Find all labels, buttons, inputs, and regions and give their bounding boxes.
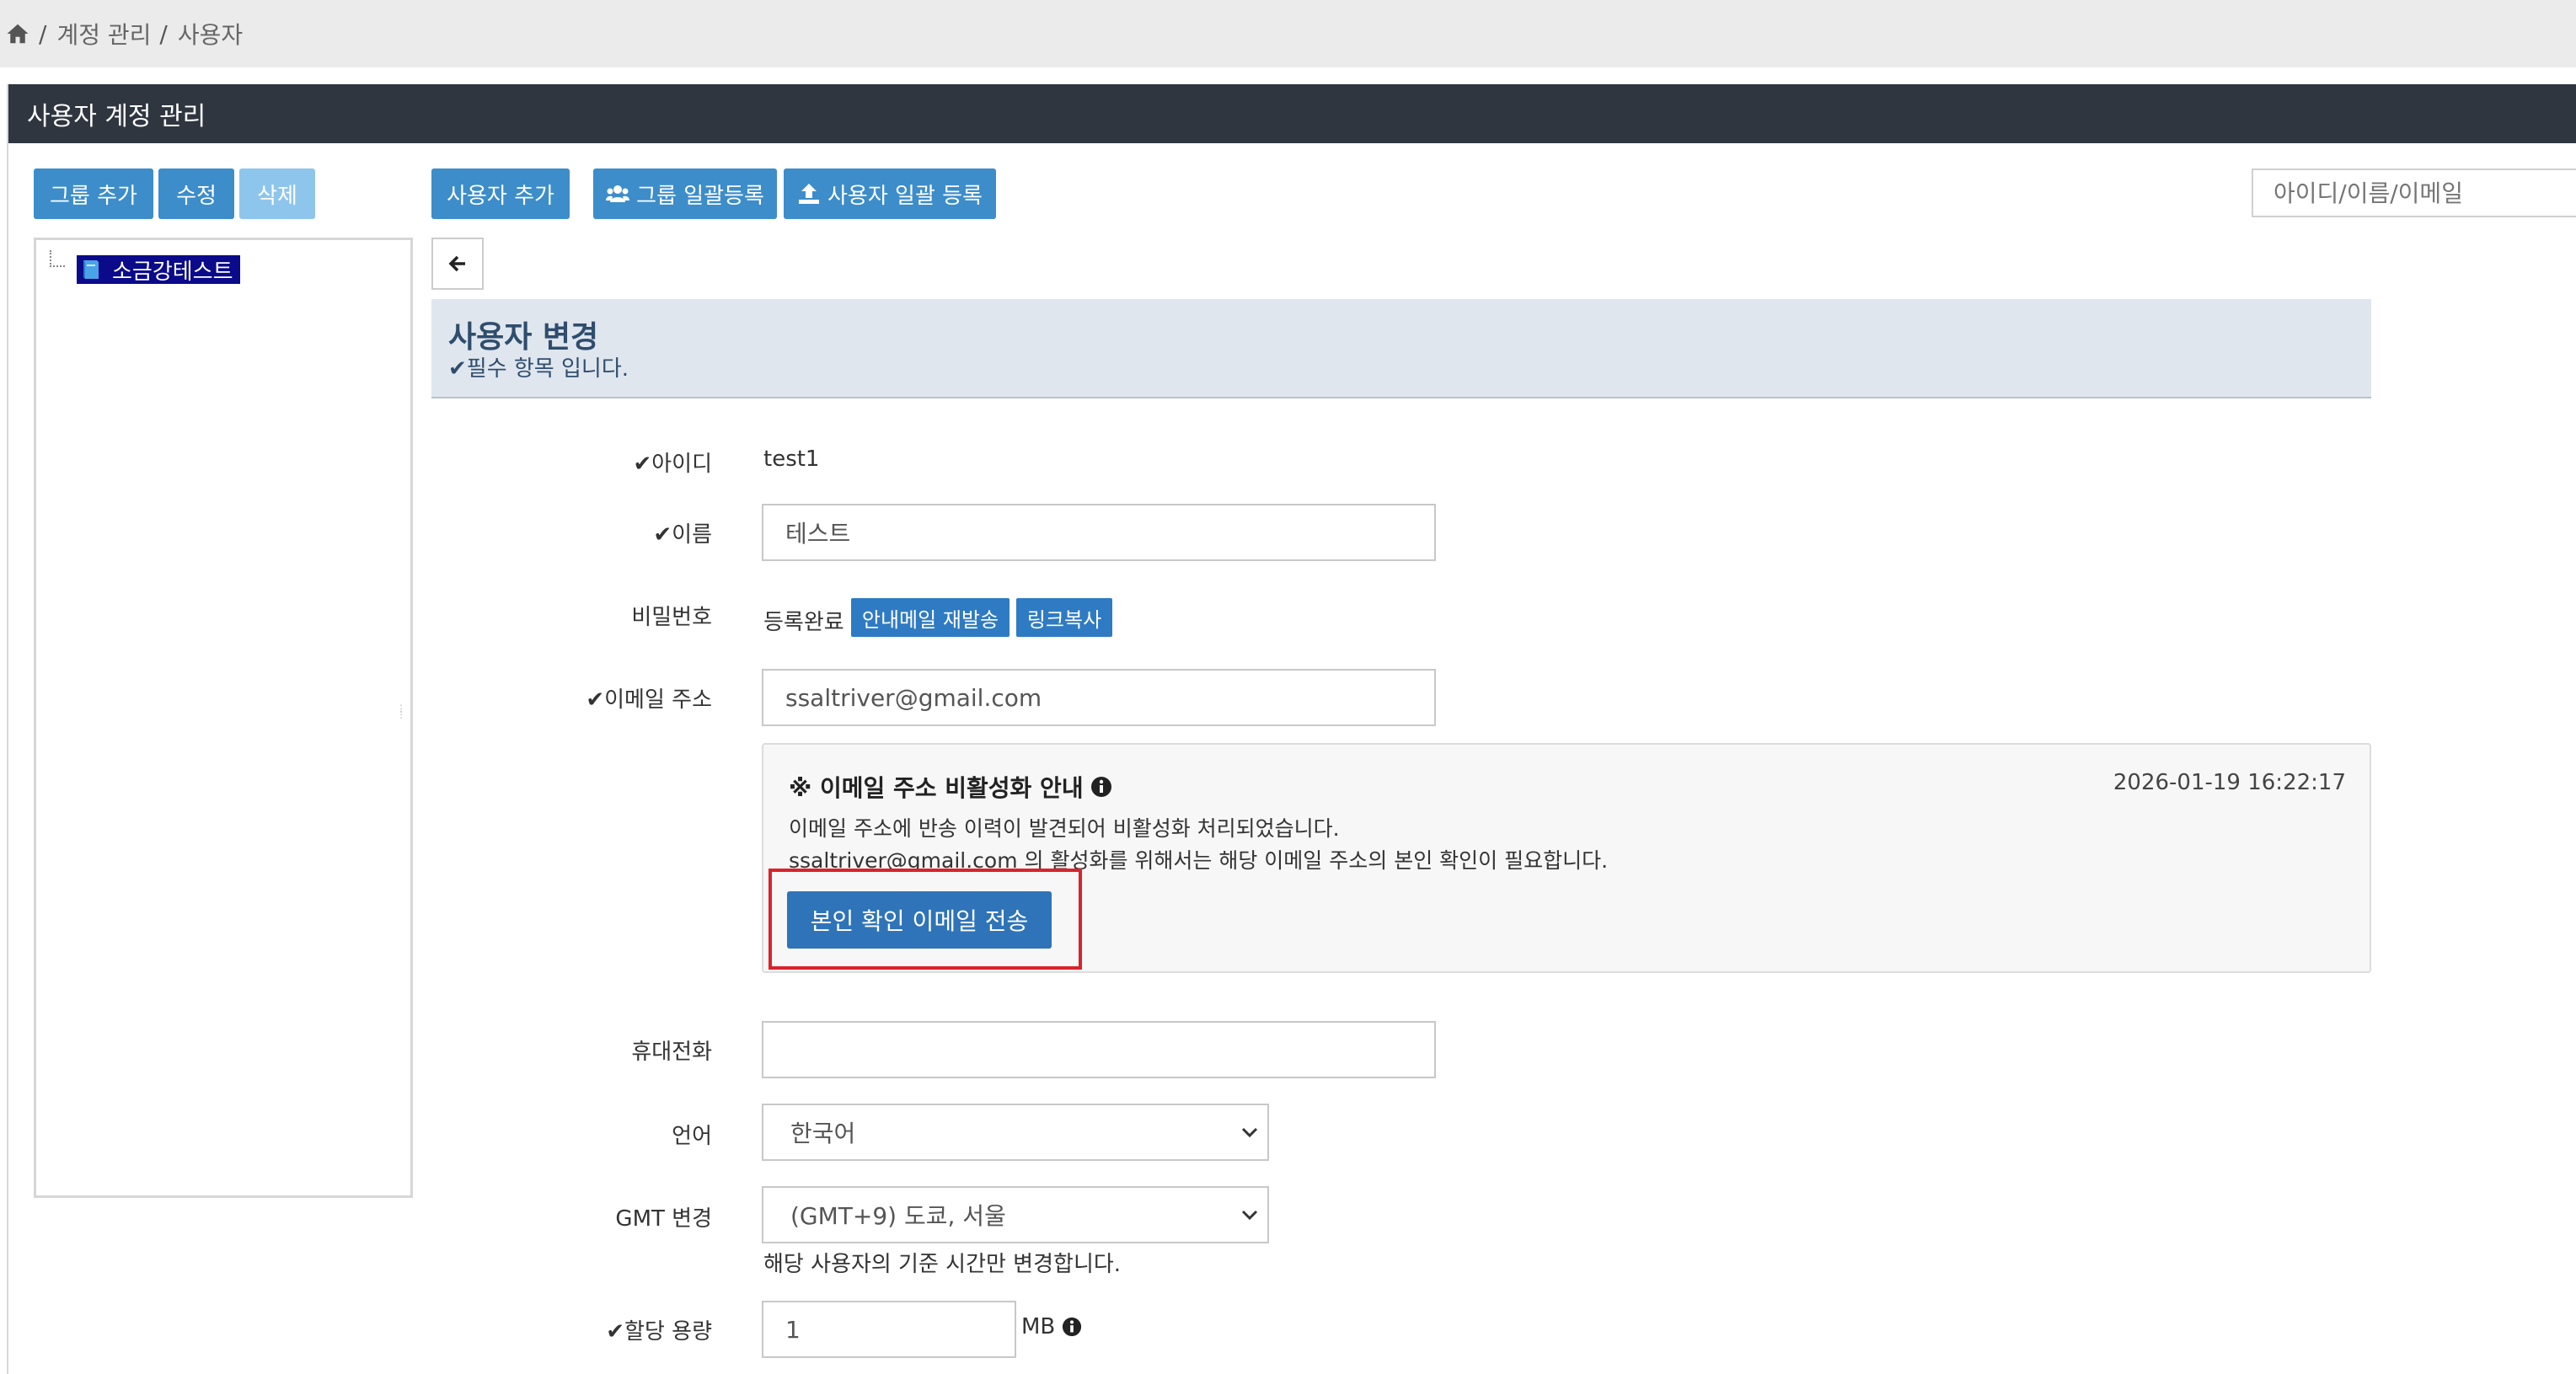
breadcrumb-separator: / bbox=[159, 19, 168, 48]
splitter-grip[interactable]: ⋮ ⋮ bbox=[396, 703, 406, 730]
language-label: 언어 bbox=[672, 1124, 712, 1149]
panel-title: 사용자 계정 관리 bbox=[27, 102, 206, 131]
resend-guide-email-button[interactable]: 안내메일 재발송 bbox=[851, 598, 1010, 637]
arrow-left-icon bbox=[448, 255, 465, 272]
language-select[interactable]: 한국어 bbox=[762, 1104, 1269, 1161]
user-add-button[interactable]: 사용자 추가 bbox=[431, 168, 570, 219]
name-field[interactable]: 테스트 bbox=[762, 504, 1436, 561]
email-field[interactable]: ssaltriver@gmail.com bbox=[762, 669, 1436, 726]
group-tree: 소금강테스트 bbox=[34, 238, 413, 1198]
password-label: 비밀번호 bbox=[631, 605, 712, 630]
phone-field[interactable] bbox=[762, 1021, 1436, 1078]
edit-button[interactable]: 수정 bbox=[158, 168, 234, 219]
user-bulk-label: 사용자 일괄 등록 bbox=[827, 183, 983, 209]
tree-node-label: 소금강테스트 bbox=[112, 259, 233, 285]
quota-unit: MB bbox=[1021, 1314, 1082, 1339]
phone-label: 휴대전화 bbox=[631, 1040, 712, 1065]
users-icon bbox=[606, 185, 630, 202]
id-value: test1 bbox=[763, 446, 820, 472]
id-label: ✔아이디 bbox=[633, 452, 712, 477]
tree-node-root[interactable]: 소금강테스트 bbox=[77, 255, 240, 285]
back-button[interactable] bbox=[431, 238, 484, 290]
breadcrumb: / 계정 관리 / 사용자 bbox=[0, 0, 2576, 67]
gmt-select[interactable]: (GMT+9) 도쿄, 서울 bbox=[762, 1186, 1269, 1243]
upload-icon bbox=[799, 184, 819, 204]
info-icon[interactable] bbox=[1090, 776, 1112, 798]
group-add-button[interactable]: 그룹 추가 bbox=[34, 168, 153, 219]
chevron-down-icon bbox=[1241, 1210, 1258, 1221]
panel-header: 사용자 계정 관리 bbox=[8, 84, 2576, 143]
password-status: 등록완료 bbox=[763, 610, 844, 635]
breadcrumb-separator: / bbox=[39, 19, 47, 48]
form-required-note: ✔필수 항목 입니다. bbox=[448, 356, 629, 382]
send-verification-email-button[interactable]: 본인 확인 이메일 전송 bbox=[787, 891, 1052, 949]
search-input[interactable] bbox=[2252, 168, 2576, 217]
delete-button[interactable]: 삭제 bbox=[239, 168, 315, 219]
notice-title-text: ※ 이메일 주소 비활성화 안내 bbox=[789, 774, 1084, 802]
breadcrumb-users[interactable]: 사용자 bbox=[178, 17, 243, 51]
info-icon[interactable] bbox=[1062, 1317, 1082, 1337]
form-header: 사용자 변경 ✔필수 항목 입니다. bbox=[431, 299, 2371, 398]
notice-timestamp: 2026-01-19 16:22:17 bbox=[2113, 770, 2346, 795]
gmt-label: GMT 변경 bbox=[615, 1206, 712, 1232]
breadcrumb-account-management[interactable]: 계정 관리 bbox=[56, 17, 151, 51]
user-bulk-button[interactable]: 사용자 일괄 등록 bbox=[784, 168, 996, 219]
chevron-down-icon bbox=[1241, 1127, 1258, 1138]
copy-link-button[interactable]: 링크복사 bbox=[1016, 598, 1112, 637]
email-label: ✔이메일 주소 bbox=[586, 687, 712, 713]
notice-title: ※ 이메일 주소 비활성화 안내 bbox=[789, 770, 1112, 804]
quota-unit-text: MB bbox=[1021, 1314, 1056, 1339]
gmt-help-text: 해당 사용자의 기준 시간만 변경합니다. bbox=[763, 1252, 1122, 1277]
quota-field[interactable]: 1 bbox=[762, 1301, 1016, 1358]
quota-label: ✔할당 용량 bbox=[606, 1319, 712, 1345]
group-bulk-label: 그룹 일괄등록 bbox=[636, 183, 764, 209]
book-icon bbox=[83, 260, 99, 279]
form-title: 사용자 변경 bbox=[448, 320, 599, 355]
home-icon[interactable] bbox=[5, 21, 30, 46]
notice-message-line1: 이메일 주소에 반송 이력이 발견되어 비활성화 처리되었습니다. bbox=[789, 816, 1340, 841]
language-selected: 한국어 bbox=[790, 1120, 856, 1147]
tree-connector-line bbox=[50, 250, 65, 267]
gmt-selected: (GMT+9) 도쿄, 서울 bbox=[790, 1202, 1006, 1230]
name-label: ✔이름 bbox=[653, 522, 712, 548]
group-bulk-button[interactable]: 그룹 일괄등록 bbox=[593, 168, 777, 219]
